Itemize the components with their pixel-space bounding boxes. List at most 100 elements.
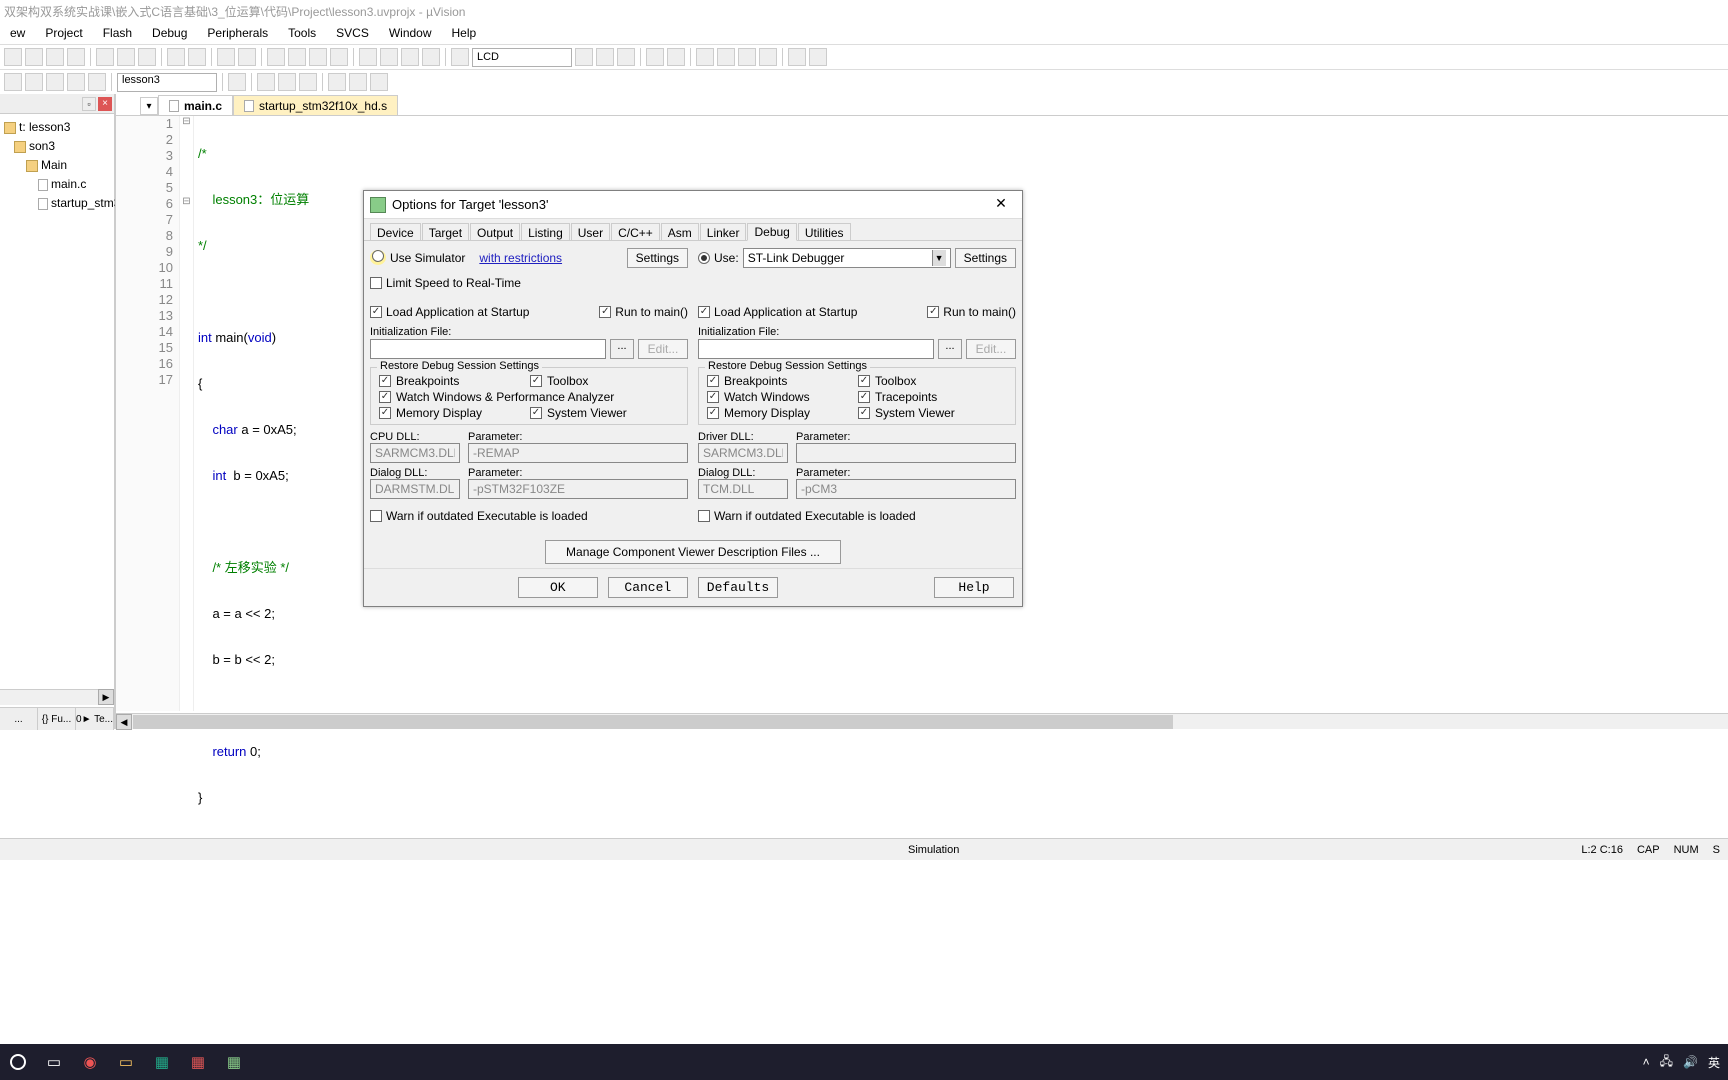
edit-button-left[interactable]: Edit...	[638, 339, 688, 359]
file-tab-main[interactable]: main.c	[158, 95, 233, 115]
menu-flash[interactable]: Flash	[93, 26, 142, 40]
bookmark-clear-icon[interactable]	[330, 48, 348, 66]
sidebar-tab-templates[interactable]: 0► Te...	[76, 708, 114, 730]
browse-button-right[interactable]: ...	[938, 339, 962, 359]
manage-icon[interactable]	[257, 73, 275, 91]
find-input[interactable]	[472, 48, 572, 67]
paste-icon[interactable]	[138, 48, 156, 66]
menu-svcs[interactable]: SVCS	[326, 26, 379, 40]
close-icon[interactable]: ✕	[986, 195, 1016, 215]
save-all-icon[interactable]	[67, 48, 85, 66]
debugger-combo[interactable]: ST-Link Debugger▼	[743, 248, 951, 268]
use-debugger-radio[interactable]	[698, 252, 710, 264]
init-file-input-right[interactable]	[698, 339, 934, 359]
open-file-icon[interactable]	[25, 48, 43, 66]
tab-output[interactable]: Output	[470, 223, 520, 240]
download-icon[interactable]	[328, 73, 346, 91]
mem-checkbox-right[interactable]	[707, 407, 719, 419]
tab-utilities[interactable]: Utilities	[798, 223, 851, 240]
cancel-button[interactable]: Cancel	[608, 577, 688, 598]
tree-target[interactable]: son3	[2, 137, 112, 156]
sidebar-tab-functions[interactable]: {} Fu...	[38, 708, 76, 730]
save-icon[interactable]	[46, 48, 64, 66]
chevron-down-icon[interactable]: ▼	[932, 250, 946, 266]
nav-back-icon[interactable]	[217, 48, 235, 66]
run-main-checkbox-right[interactable]	[927, 306, 939, 318]
file-tab-startup[interactable]: startup_stm32f10x_hd.s	[233, 95, 398, 115]
debug-icon[interactable]	[646, 48, 664, 66]
tab-debug[interactable]: Debug	[747, 223, 796, 241]
breakpoint-kill-icon[interactable]	[759, 48, 777, 66]
books-icon[interactable]	[299, 73, 317, 91]
tab-cpp[interactable]: C/C++	[611, 223, 660, 240]
breakpoint-icon[interactable]	[667, 48, 685, 66]
scroll-thumb[interactable]	[133, 715, 1173, 729]
bp-checkbox-left[interactable]	[379, 375, 391, 387]
bookmark-icon[interactable]	[267, 48, 285, 66]
breakpoint-insert-icon[interactable]	[696, 48, 714, 66]
tab-menu-icon[interactable]: ▾	[140, 97, 158, 115]
find-in-files-icon[interactable]	[617, 48, 635, 66]
sys-checkbox-left[interactable]	[530, 407, 542, 419]
start-icon[interactable]	[0, 1044, 36, 1080]
tree-file-startup[interactable]: startup_stm32f10	[2, 194, 112, 213]
tree-file-main[interactable]: main.c	[2, 175, 112, 194]
init-file-input-left[interactable]	[370, 339, 606, 359]
warn-checkbox-right[interactable]	[698, 510, 710, 522]
dbg-settings-button[interactable]: Settings	[955, 248, 1016, 268]
sidebar-scrollbar[interactable]	[0, 689, 114, 705]
tray-ime[interactable]: 英	[1708, 1054, 1720, 1071]
bp-checkbox-right[interactable]	[707, 375, 719, 387]
watch-checkbox-left[interactable]	[379, 391, 391, 403]
build-all-icon[interactable]	[25, 73, 43, 91]
tray-up-icon[interactable]: ˄	[1643, 1055, 1650, 1069]
tab-target[interactable]: Target	[422, 223, 469, 240]
bookmark-next-icon[interactable]	[309, 48, 327, 66]
pack-installer-icon[interactable]	[370, 73, 388, 91]
config-icon[interactable]	[809, 48, 827, 66]
find-icon[interactable]	[451, 48, 469, 66]
options-icon[interactable]	[228, 73, 246, 91]
limit-speed-checkbox[interactable]	[370, 277, 382, 289]
find-prev-icon[interactable]	[596, 48, 614, 66]
project-tree[interactable]: t: lesson3 son3 Main main.c startup_stm3…	[0, 114, 114, 217]
target-combo[interactable]: lesson3	[117, 73, 217, 92]
close-icon[interactable]: ×	[98, 97, 112, 111]
uvision-icon[interactable]: ▦	[216, 1044, 252, 1080]
run-main-checkbox-left[interactable]	[599, 306, 611, 318]
comment-icon[interactable]	[401, 48, 419, 66]
scroll-right-icon[interactable]: ▶	[98, 689, 114, 705]
stop-build-icon[interactable]	[88, 73, 106, 91]
find-next-icon[interactable]	[575, 48, 593, 66]
menu-view[interactable]: ew	[0, 26, 35, 40]
nav-fwd-icon[interactable]	[238, 48, 256, 66]
uncomment-icon[interactable]	[422, 48, 440, 66]
tab-device[interactable]: Device	[370, 223, 421, 240]
toolbox-checkbox-right[interactable]	[858, 375, 870, 387]
tab-listing[interactable]: Listing	[521, 223, 570, 240]
editor-hscroll[interactable]: ◀	[116, 713, 1728, 729]
menu-project[interactable]: Project	[35, 26, 92, 40]
ok-button[interactable]: OK	[518, 577, 598, 598]
explorer-icon[interactable]: ▭	[108, 1044, 144, 1080]
menu-tools[interactable]: Tools	[278, 26, 326, 40]
build-icon[interactable]	[4, 73, 22, 91]
menu-window[interactable]: Window	[379, 26, 442, 40]
redo-icon[interactable]	[188, 48, 206, 66]
menu-debug[interactable]: Debug	[142, 26, 197, 40]
tab-linker[interactable]: Linker	[700, 223, 747, 240]
chrome-icon[interactable]: ◉	[72, 1044, 108, 1080]
new-file-icon[interactable]	[4, 48, 22, 66]
outdent-icon[interactable]	[380, 48, 398, 66]
bookmark-prev-icon[interactable]	[288, 48, 306, 66]
toolbox-checkbox-left[interactable]	[530, 375, 542, 387]
use-simulator-radio[interactable]	[372, 250, 384, 262]
menu-peripherals[interactable]: Peripherals	[197, 26, 278, 40]
tab-asm[interactable]: Asm	[661, 223, 699, 240]
sim-settings-button[interactable]: Settings	[627, 248, 688, 268]
manage-components-button[interactable]: Manage Component Viewer Description File…	[545, 540, 841, 564]
browse-button-left[interactable]: ...	[610, 339, 634, 359]
source-code[interactable]: /* lesson3：位运算 */ int main(void) { char …	[194, 116, 309, 711]
breakpoint-disable-icon[interactable]	[738, 48, 756, 66]
tree-root[interactable]: t: lesson3	[2, 118, 112, 137]
